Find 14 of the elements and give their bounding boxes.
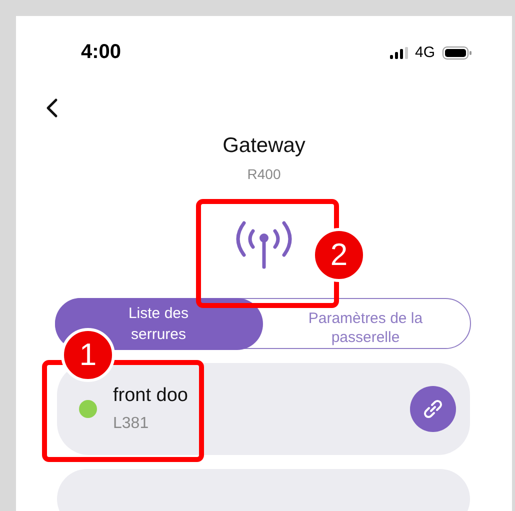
back-icon[interactable] bbox=[46, 98, 58, 118]
lock-name: front doo bbox=[113, 385, 189, 407]
tab[interactable]: Paramètres de la passerelle bbox=[260, 298, 472, 350]
gateway-model: R400 bbox=[246, 166, 282, 182]
antenna-icon bbox=[234, 220, 294, 270]
clock-time: 4:00 bbox=[81, 41, 122, 64]
signal-icon bbox=[390, 46, 408, 58]
page-title: Gateway bbox=[222, 134, 306, 158]
callout-number: 2 bbox=[312, 228, 366, 282]
network-label: 4G bbox=[414, 44, 435, 61]
lock-model: L381 bbox=[113, 415, 150, 433]
link-button[interactable] bbox=[410, 386, 456, 432]
battery-icon bbox=[442, 46, 472, 60]
link-icon bbox=[422, 398, 444, 420]
